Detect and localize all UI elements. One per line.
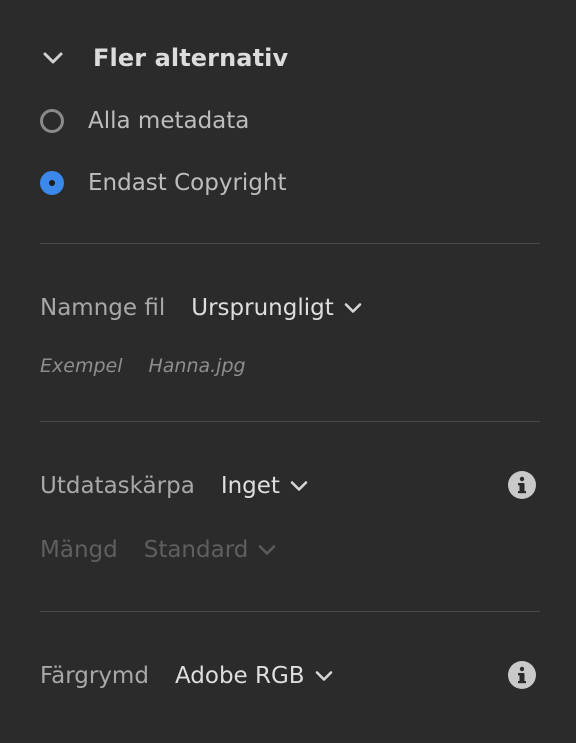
info-icon[interactable] [508, 471, 536, 499]
color-space-row: Färgrymd Adobe RGB [40, 658, 335, 694]
amount-row: Mängd Standard [40, 532, 278, 568]
chevron-down-icon [40, 45, 66, 71]
color-space-value: Adobe RGB [174, 663, 305, 689]
radio-all-metadata[interactable]: Alla metadata [40, 104, 249, 138]
file-naming-example: Exempel Hanna.jpg [40, 352, 246, 380]
example-value: Hanna.jpg [148, 355, 246, 377]
example-label: Exempel [40, 355, 123, 377]
color-space-label: Färgrymd [40, 663, 149, 689]
divider [40, 421, 540, 422]
divider [40, 243, 540, 244]
color-space-dropdown[interactable]: Adobe RGB [175, 663, 335, 689]
chevron-down-icon [342, 297, 364, 319]
more-options-toggle[interactable]: Fler alternativ [40, 40, 288, 76]
radio-label: Endast Copyright [88, 170, 287, 196]
file-naming-dropdown[interactable]: Ursprungligt [191, 295, 363, 321]
section-title: Fler alternativ [93, 44, 289, 72]
output-sharpening-label: Utdataskärpa [40, 473, 195, 499]
divider [40, 611, 540, 612]
chevron-down-icon [256, 539, 278, 561]
chevron-down-icon [288, 475, 310, 497]
file-naming-row: Namnge fil Ursprungligt [40, 290, 364, 326]
output-sharpening-dropdown[interactable]: Inget [221, 473, 310, 499]
radio-label: Alla metadata [88, 108, 250, 134]
info-icon[interactable] [508, 661, 536, 689]
amount-value: Standard [143, 537, 249, 563]
amount-dropdown: Standard [144, 537, 279, 563]
chevron-down-icon [313, 665, 335, 687]
file-naming-value: Ursprungligt [191, 295, 334, 321]
radio-button-checked[interactable] [40, 171, 64, 195]
output-sharpening-value: Inget [220, 473, 280, 499]
radio-copyright-only[interactable]: Endast Copyright [40, 166, 287, 200]
file-naming-label: Namnge fil [40, 295, 166, 321]
output-sharpening-row: Utdataskärpa Inget [40, 468, 310, 504]
amount-label: Mängd [40, 537, 118, 563]
radio-button-unchecked[interactable] [40, 109, 64, 133]
